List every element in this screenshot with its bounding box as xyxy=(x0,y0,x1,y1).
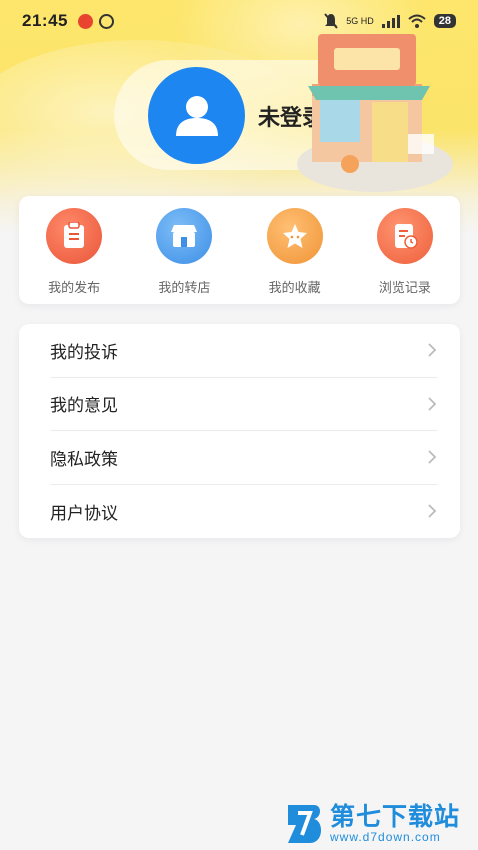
menu-item-label: 我的意见 xyxy=(50,396,118,416)
quick-action-label: 我的转店 xyxy=(158,280,211,295)
quick-action-my-posts[interactable]: 我的发布 xyxy=(24,208,124,296)
watermark-url: www.d7down.com xyxy=(330,830,441,844)
weibo-icon xyxy=(77,13,93,29)
clipboard-icon xyxy=(46,208,103,264)
menu-item-label: 我的投诉 xyxy=(50,342,118,362)
menu-item-privacy-policy[interactable]: 隐私政策 xyxy=(50,431,438,485)
notification-icon xyxy=(98,13,114,29)
quick-action-label: 浏览记录 xyxy=(378,280,431,295)
quick-action-browse-history[interactable]: 浏览记录 xyxy=(355,208,455,296)
quick-action-label: 我的发布 xyxy=(48,280,101,295)
shop-illustration xyxy=(297,34,453,192)
settings-menu: 我的投诉 我的意见 隐私政策 用户协议 xyxy=(19,324,460,538)
star-icon xyxy=(266,208,323,264)
chevron-right-icon xyxy=(428,450,437,464)
quick-action-my-favorites[interactable]: 我的收藏 xyxy=(245,208,345,296)
watermark: 第七下载站 www.d7down.com xyxy=(284,800,474,848)
menu-item-my-feedback[interactable]: 我的意见 xyxy=(50,378,438,431)
watermark-logo-icon xyxy=(288,805,322,843)
quick-action-label: 我的收藏 xyxy=(268,280,321,295)
chevron-right-icon xyxy=(428,397,437,411)
menu-item-my-complaints[interactable]: 我的投诉 xyxy=(50,324,438,378)
menu-item-user-agreement[interactable]: 用户协议 xyxy=(50,485,438,539)
shop-icon xyxy=(156,208,213,264)
watermark-title: 第七下载站 xyxy=(330,803,461,831)
user-avatar-icon[interactable] xyxy=(148,67,245,164)
menu-item-label: 隐私政策 xyxy=(50,449,118,469)
history-icon xyxy=(376,208,433,264)
chevron-right-icon xyxy=(428,504,437,518)
menu-item-label: 用户协议 xyxy=(50,503,118,523)
chevron-right-icon xyxy=(428,343,437,357)
status-time: 21:45 xyxy=(22,11,68,30)
quick-actions-card: 我的发布 我的转店 我的收藏 浏览记录 xyxy=(19,196,460,304)
quick-action-my-transfers[interactable]: 我的转店 xyxy=(134,208,234,296)
